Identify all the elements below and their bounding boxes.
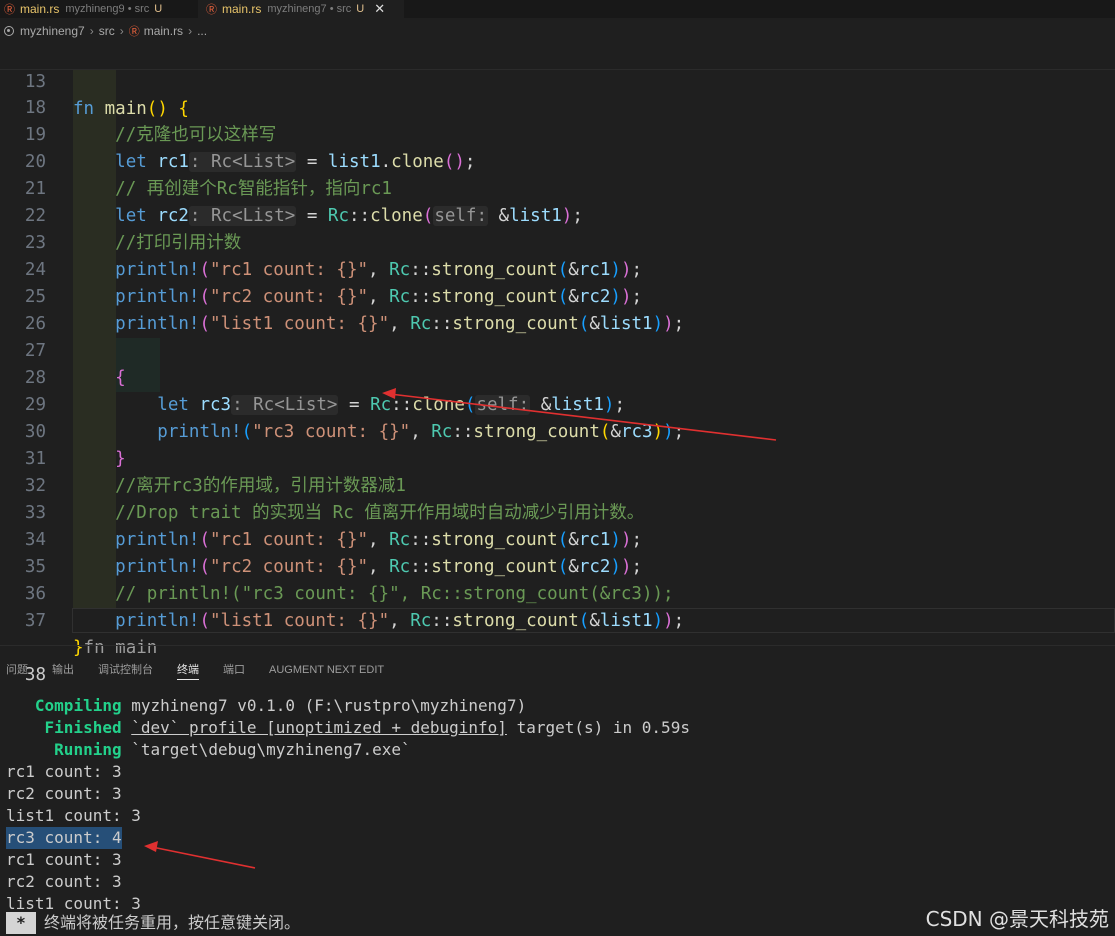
tab-ports[interactable]: 端口 bbox=[223, 661, 245, 679]
code-line-30[interactable]: 30 } bbox=[0, 392, 1115, 469]
code-line-20[interactable]: 20 // 再创建个Rc智能指针，指向rc1 bbox=[0, 122, 1115, 199]
code-line-34[interactable]: 34 println!("rc2 count: {}", Rc::strong_… bbox=[0, 500, 1115, 577]
chevron-right-icon: › bbox=[119, 24, 124, 38]
close-tab-icon[interactable]: ✕ bbox=[374, 1, 385, 17]
code-line-32[interactable]: 32 //Drop trait 的实现当 Rc 值离开作用域时自动减少引用计数。 bbox=[0, 446, 1115, 523]
panel-tab-bar: 问题 输出 调试控制台 终端 端口 AUGMENT NEXT EDIT bbox=[0, 655, 1115, 685]
terminal-line-finished: Finished `dev` profile [unoptimized + de… bbox=[44, 718, 690, 737]
task-star-badge: * bbox=[6, 912, 36, 934]
current-line-highlight bbox=[72, 608, 1115, 633]
panel-divider bbox=[0, 645, 1115, 646]
breadcrumb: myzhineng7 › src › Ⓡ main.rs › ... bbox=[0, 20, 207, 42]
terminal-output-line: list1 count: 3 bbox=[6, 806, 141, 825]
terminal-output-line: rc2 count: 3 bbox=[6, 872, 122, 891]
breadcrumb-more[interactable]: ... bbox=[197, 24, 207, 38]
terminal-line-running: Running `target\debug\myzhineng7.exe` bbox=[54, 740, 411, 759]
code-editor[interactable]: 13 fn main() { 18 //克隆也可以这样写 19 let rc1:… bbox=[0, 42, 1115, 685]
rust-file-icon: Ⓡ bbox=[4, 4, 15, 16]
terminal-output-line-selected: rc3 count: 4 bbox=[6, 827, 122, 849]
code-line-28[interactable]: 28 let rc3: Rc<List> = Rc::clone(self: &… bbox=[0, 338, 1115, 415]
editor-tab-bar: Ⓡ main.rs myzhineng9 • src U Ⓡ main.rs m… bbox=[0, 0, 1115, 18]
terminal-line-compiling: Compiling myzhineng7 v0.1.0 (F:\rustpro\… bbox=[34, 696, 527, 715]
code-line-23[interactable]: 23 println!("rc1 count: {}", Rc::strong_… bbox=[0, 203, 1115, 280]
code-line-26[interactable]: 26 bbox=[0, 284, 1115, 334]
annotation-arrow-terminal bbox=[144, 841, 256, 869]
terminal-output-line: rc2 count: 3 bbox=[6, 784, 122, 803]
code-line-35[interactable]: 35 // println!("rc3 count: {}", Rc::stro… bbox=[0, 527, 1115, 604]
code-line-18[interactable]: 18 //克隆也可以这样写 bbox=[0, 68, 1115, 145]
terminal-status-line: * 终端将被任务重用，按任意键关闭。 bbox=[6, 912, 300, 934]
breadcrumb-file[interactable]: main.rs bbox=[144, 24, 183, 38]
code-line-22[interactable]: 22 //打印引用计数 bbox=[0, 176, 1115, 253]
tab-terminal[interactable]: 终端 bbox=[177, 661, 199, 680]
code-line-37[interactable]: 37 }fn main bbox=[0, 581, 1115, 658]
code-line-38[interactable]: 38 bbox=[0, 608, 1115, 685]
breadcrumb-folder[interactable]: src bbox=[99, 24, 115, 38]
code-line-33[interactable]: 33 println!("rc1 count: {}", Rc::strong_… bbox=[0, 473, 1115, 550]
project-icon bbox=[4, 26, 14, 36]
terminal-output-line: rc1 count: 3 bbox=[6, 762, 122, 781]
code-line-29[interactable]: 29 println!("rc3 count: {}", Rc::strong_… bbox=[0, 365, 1115, 442]
code-line-31[interactable]: 31 //离开rc3的作用域，引用计数器减1 bbox=[0, 419, 1115, 496]
watermark: CSDN @景天科技苑 bbox=[925, 907, 1109, 931]
breadcrumb-project[interactable]: myzhineng7 bbox=[20, 24, 85, 38]
rust-file-icon: Ⓡ bbox=[128, 26, 140, 38]
tab-output[interactable]: 输出 bbox=[52, 661, 74, 679]
code-line-25[interactable]: 25 println!("list1 count: {}", Rc::stron… bbox=[0, 257, 1115, 334]
chevron-right-icon: › bbox=[188, 24, 193, 38]
tab-main-rs-myzhineng9[interactable]: Ⓡ main.rs myzhineng9 • src U bbox=[4, 0, 162, 18]
tab-augment-next-edit[interactable]: AUGMENT NEXT EDIT bbox=[269, 661, 384, 679]
tab-main-rs-myzhineng7[interactable]: Ⓡ main.rs myzhineng7 • src U ✕ bbox=[198, 0, 404, 18]
tab-problems[interactable]: 问题 bbox=[6, 661, 28, 679]
code-line-21[interactable]: 21 let rc2: Rc<List> = Rc::clone(self: &… bbox=[0, 149, 1115, 226]
code-line-36[interactable]: 36 println!("list1 count: {}", Rc::stron… bbox=[0, 554, 1115, 631]
rust-file-icon: Ⓡ bbox=[206, 4, 217, 16]
terminal-output-line: rc1 count: 3 bbox=[6, 850, 122, 869]
tab-debug-console[interactable]: 调试控制台 bbox=[98, 661, 153, 679]
code-line-27[interactable]: 27 { bbox=[0, 311, 1115, 388]
code-line-24[interactable]: 24 println!("rc2 count: {}", Rc::strong_… bbox=[0, 230, 1115, 307]
sticky-scroll-line[interactable]: 13 fn main() { bbox=[0, 42, 1115, 119]
chevron-right-icon: › bbox=[89, 24, 94, 38]
